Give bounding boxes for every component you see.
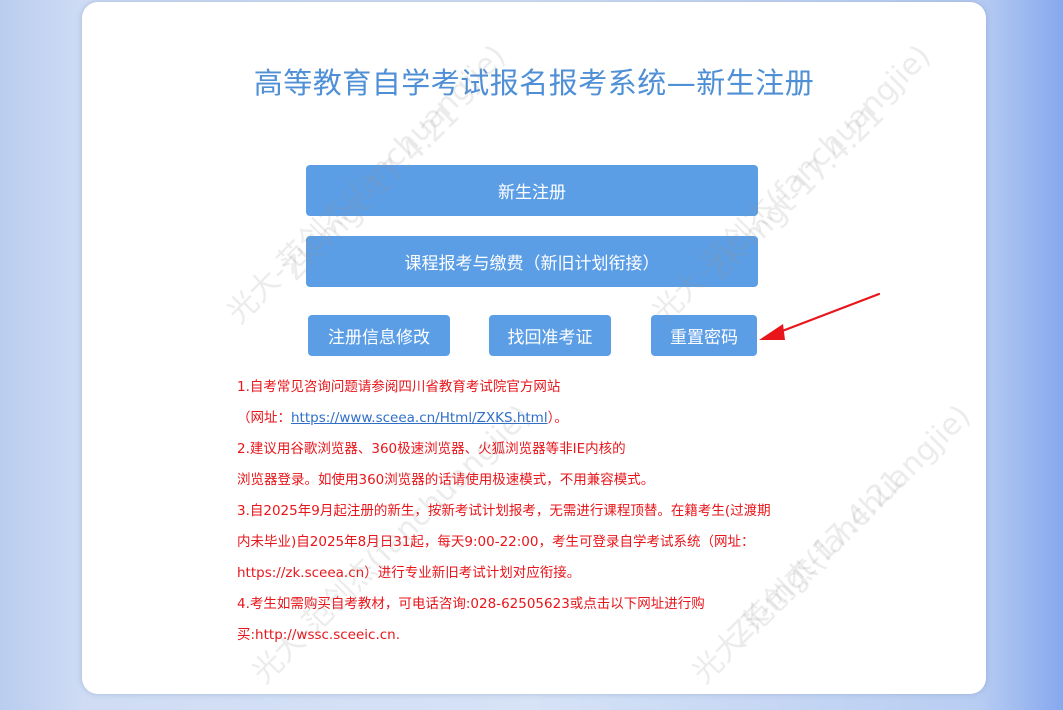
page-title: 高等教育自学考试报名报考系统—新生注册 [253,66,815,100]
course-registration-payment-button[interactable]: 课程报考与缴费（新旧计划衔接） [306,236,758,287]
notice-line-7: https://zk.sceea.cn）进行专业新旧考试计划对应衔接。 [237,565,581,581]
notice-url-suffix: ）。 [547,410,568,426]
notice-line-8: 4.考生如需购买自考教材，可电话咨询:028-62505623或点击以下网址进行… [237,596,705,612]
notice-url-prefix: （网址： [237,410,291,426]
notice-line-2: （网址：https://www.sceea.cn/Html/ZXKS.html）… [237,403,877,434]
notice-line-9: 买:http://wssc.sceeic.cn. [237,627,401,643]
notice-text: 1.自考常见咨询问题请参阅四川省教育考试院官方网站 （网址：https://ww… [237,372,877,651]
notice-line-5: 3.自2025年9月起注册的新生，按新考试计划报考，无需进行课程顶替。在籍考生(… [237,503,771,519]
new-student-register-button[interactable]: 新生注册 [306,165,758,216]
notice-line-3: 2.建议用谷歌浏览器、360极速浏览器、火狐浏览器等非IE内核的 [237,441,626,457]
modify-registration-info-button[interactable]: 注册信息修改 [308,315,450,356]
sceea-faq-link[interactable]: https://www.sceea.cn/Html/ZXKS.html [291,410,548,426]
notice-line-4: 浏览器登录。如使用360浏览器的话请使用极速模式，不用兼容模式。 [237,472,655,488]
reset-password-button[interactable]: 重置密码 [651,315,757,356]
notice-line-1: 1.自考常见咨询问题请参阅四川省教育考试院官方网站 [237,379,561,395]
find-admission-ticket-button[interactable]: 找回准考证 [489,315,611,356]
notice-line-6: 内未毕业)自2025年8月日31起，每天9:00-22:00，考生可登录自学考试… [237,534,755,550]
arrow-pointer-icon [759,292,881,340]
